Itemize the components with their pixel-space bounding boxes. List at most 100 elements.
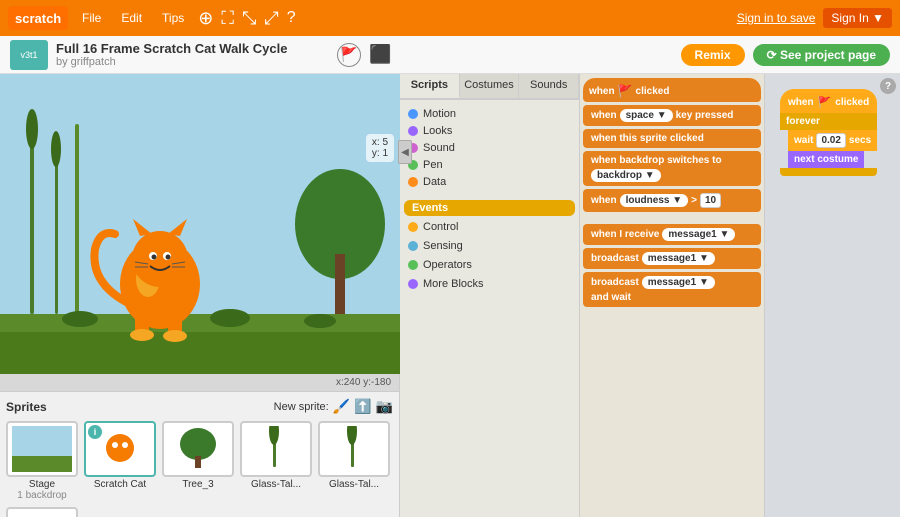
block-text: when I receive [591, 229, 659, 240]
block-forever[interactable]: forever [780, 113, 877, 130]
category-looks[interactable]: Looks [404, 123, 575, 139]
upload-icon[interactable]: ⬆️ [354, 398, 371, 415]
block-text: when [589, 86, 615, 97]
stage[interactable]: x: 5 y: 1 [0, 74, 400, 374]
block-when-sprite-clicked[interactable]: when this sprite clicked [583, 129, 761, 148]
category-pen[interactable]: Pen [404, 157, 575, 173]
category-motion[interactable]: Motion [404, 106, 575, 122]
menu-edit[interactable]: Edit [115, 9, 148, 27]
expand-stage-button[interactable]: ◀ [398, 140, 412, 164]
data-dot [408, 177, 418, 187]
tree3-preview [173, 426, 223, 472]
tool-shrink-icon[interactable]: ⤡ [242, 8, 256, 29]
sprite-item-tree3[interactable]: Tree_3 [162, 421, 234, 501]
stop-button[interactable]: ⬛ [369, 44, 391, 65]
sprite-thumb-grass3 [6, 507, 78, 517]
block-broadcast[interactable]: broadcast message1 ▼ [583, 248, 761, 269]
tab-costumes[interactable]: Costumes [460, 74, 520, 98]
block-text: when [591, 195, 617, 206]
stage-area: x: 5 y: 1 x: 240 y: -180 Sprites New spr… [0, 74, 400, 517]
block-when-loudness[interactable]: when loudness ▼ > 10 [583, 189, 761, 212]
sprites-label: Sprites [6, 400, 47, 414]
block-when-receive[interactable]: when I receive message1 ▼ [583, 224, 761, 245]
grass3-preview [17, 512, 67, 517]
loudness-value[interactable]: 10 [700, 193, 721, 208]
help-button[interactable]: ? [880, 78, 896, 94]
motion-dot [408, 109, 418, 119]
block-wait[interactable]: wait 0.02 secs [788, 130, 877, 151]
operators-dot [408, 260, 418, 270]
block-broadcast-wait[interactable]: broadcast message1 ▼ and wait [583, 272, 761, 307]
sprite-thumb-tree3 [162, 421, 234, 477]
hat-text: when [788, 97, 814, 108]
broadcast-dropdown[interactable]: message1 ▼ [642, 252, 715, 265]
titlebar: v3t1 Full 16 Frame Scratch Cat Walk Cycl… [0, 36, 900, 74]
see-project-button[interactable]: ⟳ See project page [753, 44, 890, 66]
sprite-name-glass-tal1: Glass-Tal... [240, 479, 312, 490]
sprite-item-scratch-cat[interactable]: i Scratch Cat [84, 421, 156, 501]
looks-label: Looks [423, 125, 452, 137]
spacer [583, 215, 761, 221]
tab-scripts[interactable]: Scripts [400, 74, 460, 98]
backdrop-dropdown[interactable]: backdrop ▼ [591, 169, 661, 182]
stage-preview [12, 426, 72, 472]
wait-value[interactable]: 0.02 [816, 133, 845, 148]
events-label: Events [412, 202, 448, 214]
tab-sounds[interactable]: Sounds [519, 74, 579, 98]
scratch-logo[interactable]: scratch [8, 6, 68, 30]
broadcast-wait-dropdown[interactable]: message1 ▼ [642, 276, 715, 289]
block-text: when backdrop switches to [591, 155, 722, 166]
help-icon[interactable]: ? [287, 9, 296, 27]
category-operators[interactable]: Operators [404, 257, 575, 273]
sprite-item-grass3[interactable]: grass3 [6, 507, 78, 517]
category-more-blocks[interactable]: More Blocks [404, 276, 575, 292]
flag-icon: 🚩 [618, 84, 633, 98]
hat-text2: clicked [835, 97, 869, 108]
block-next-costume[interactable]: next costume [788, 151, 864, 168]
sprite-item-glass-tal1[interactable]: Glass-Tal... [240, 421, 312, 501]
forever-end: ▼ [780, 168, 877, 176]
sprite-item-glass-tal2[interactable]: Glass-Tal... [318, 421, 390, 501]
category-events[interactable]: Events [404, 200, 575, 216]
paint-icon[interactable]: 🖌️ [333, 398, 350, 415]
tool-fullscreen-icon[interactable]: ⛶ [221, 8, 234, 29]
script-group-1: when 🚩 clicked forever wait 0.02 secs ne… [780, 89, 877, 176]
next-costume-text: next costume [794, 154, 858, 165]
category-data[interactable]: Data [404, 174, 575, 190]
category-control[interactable]: Control [404, 219, 575, 235]
sensing-label: Sensing [423, 240, 463, 252]
block-when-flag-clicked[interactable]: when 🚩 clicked [583, 78, 761, 102]
green-flag-button[interactable]: 🚩 [337, 43, 361, 67]
wait-text: wait [794, 135, 813, 146]
category-sound[interactable]: Sound [404, 140, 575, 156]
menu-tips[interactable]: Tips [156, 9, 190, 27]
camera-icon[interactable]: 📷 [376, 398, 393, 415]
block-text2: key pressed [676, 110, 734, 121]
key-dropdown[interactable]: space ▼ [620, 109, 673, 122]
x-pos: 5 [382, 137, 388, 148]
sprite-thumb-glass-tal2 [318, 421, 390, 477]
menu-file[interactable]: File [76, 9, 107, 27]
block-when-flag-hat-1[interactable]: when 🚩 clicked [780, 89, 877, 113]
receive-dropdown[interactable]: message1 ▼ [662, 228, 735, 241]
project-title: Full 16 Frame Scratch Cat Walk Cycle [56, 41, 329, 56]
code-area[interactable]: ? when 🚩 clicked forever wait 0.02 secs [765, 74, 900, 517]
tool-duplicate-icon[interactable]: ⊕ [198, 8, 213, 29]
wait-secs: secs [849, 135, 871, 146]
block-when-key-pressed[interactable]: when space ▼ key pressed [583, 105, 761, 126]
control-dot [408, 222, 418, 232]
operators-label: Operators [423, 259, 472, 271]
loudness-dropdown[interactable]: loudness ▼ [620, 194, 689, 207]
sprite-item-stage[interactable]: Stage 1 backdrop [6, 421, 78, 501]
sprite-thumb-stage [6, 421, 78, 477]
block-when-backdrop[interactable]: when backdrop switches to backdrop ▼ [583, 151, 761, 186]
tool-grow-icon[interactable]: ⤢ [264, 8, 278, 29]
remix-button[interactable]: Remix [681, 44, 745, 66]
sprite-info-icon[interactable]: i [88, 425, 102, 439]
more-blocks-label: More Blocks [423, 278, 484, 290]
category-sensing[interactable]: Sensing [404, 238, 575, 254]
topbar: scratch File Edit Tips ⊕ ⛶ ⤡ ⤢ ? Sign in… [0, 0, 900, 36]
sign-in-save-link[interactable]: Sign in to save [737, 11, 816, 25]
sign-in-button[interactable]: Sign In ▼ [823, 8, 892, 28]
cat-preview [95, 426, 145, 472]
